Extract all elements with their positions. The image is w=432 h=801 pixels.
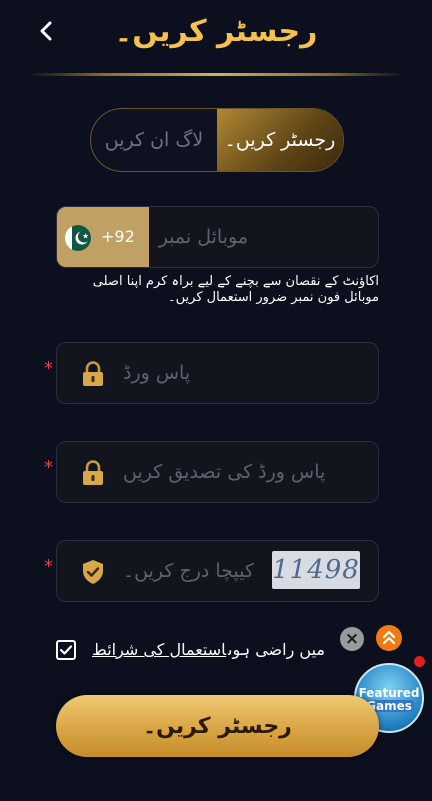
country-code: +92 bbox=[101, 227, 135, 246]
captcha-required-mark: * bbox=[44, 556, 53, 577]
lock-icon bbox=[83, 361, 103, 386]
password-input-placeholder[interactable]: پاس ورڈ bbox=[123, 362, 190, 384]
phone-field[interactable]: +92 موبائل نمبر bbox=[56, 206, 379, 268]
captcha-input-placeholder[interactable]: کیپچا درج کریں۔ bbox=[123, 560, 254, 582]
agree-checkbox[interactable] bbox=[56, 640, 76, 660]
agree-text: میں راضی ہوں bbox=[228, 640, 325, 659]
close-icon[interactable]: × bbox=[340, 627, 364, 651]
page-title: رجسٹر کریں۔ bbox=[114, 14, 318, 49]
captcha-field[interactable]: کیپچا درج کریں۔ 11498 bbox=[56, 540, 379, 602]
tab-register[interactable]: رجسٹر کریں۔ bbox=[217, 109, 343, 171]
confirm-password-field[interactable]: پاس ورڈ کی تصدیق کریں bbox=[56, 441, 379, 503]
phone-hint: اکاؤنٹ کے نقصان سے بچنے کے لیے براہ کرم … bbox=[92, 274, 379, 305]
notification-dot bbox=[414, 656, 425, 667]
agreement-row: میں راضی ہوںاستعمال کی شرائط bbox=[92, 640, 325, 659]
register-button[interactable]: رجسٹر کریں۔ bbox=[56, 695, 379, 757]
password-field[interactable]: پاس ورڈ bbox=[56, 342, 379, 404]
header-divider bbox=[28, 73, 404, 76]
tab-login[interactable]: لاگ ان کریں bbox=[91, 109, 217, 171]
auth-tabs: لاگ ان کریں رجسٹر کریں۔ bbox=[90, 108, 344, 172]
lock-icon bbox=[83, 460, 103, 485]
checkmark-icon bbox=[59, 645, 73, 655]
pakistan-flag-icon bbox=[65, 225, 91, 251]
phone-input-placeholder[interactable]: موبائل نمبر bbox=[159, 226, 248, 248]
confirm-password-required-mark: * bbox=[44, 457, 53, 478]
terms-link[interactable]: استعمال کی شرائط bbox=[92, 640, 226, 659]
password-required-mark: * bbox=[44, 358, 53, 379]
country-code-selector[interactable]: +92 bbox=[57, 207, 149, 267]
double-chevron-up-icon bbox=[382, 630, 396, 645]
shield-check-icon bbox=[83, 560, 103, 584]
confirm-password-input-placeholder[interactable]: پاس ورڈ کی تصدیق کریں bbox=[123, 461, 325, 483]
scroll-top-button[interactable] bbox=[376, 625, 402, 651]
captcha-image[interactable]: 11498 bbox=[272, 551, 360, 589]
featured-label: Featured bbox=[358, 686, 420, 700]
